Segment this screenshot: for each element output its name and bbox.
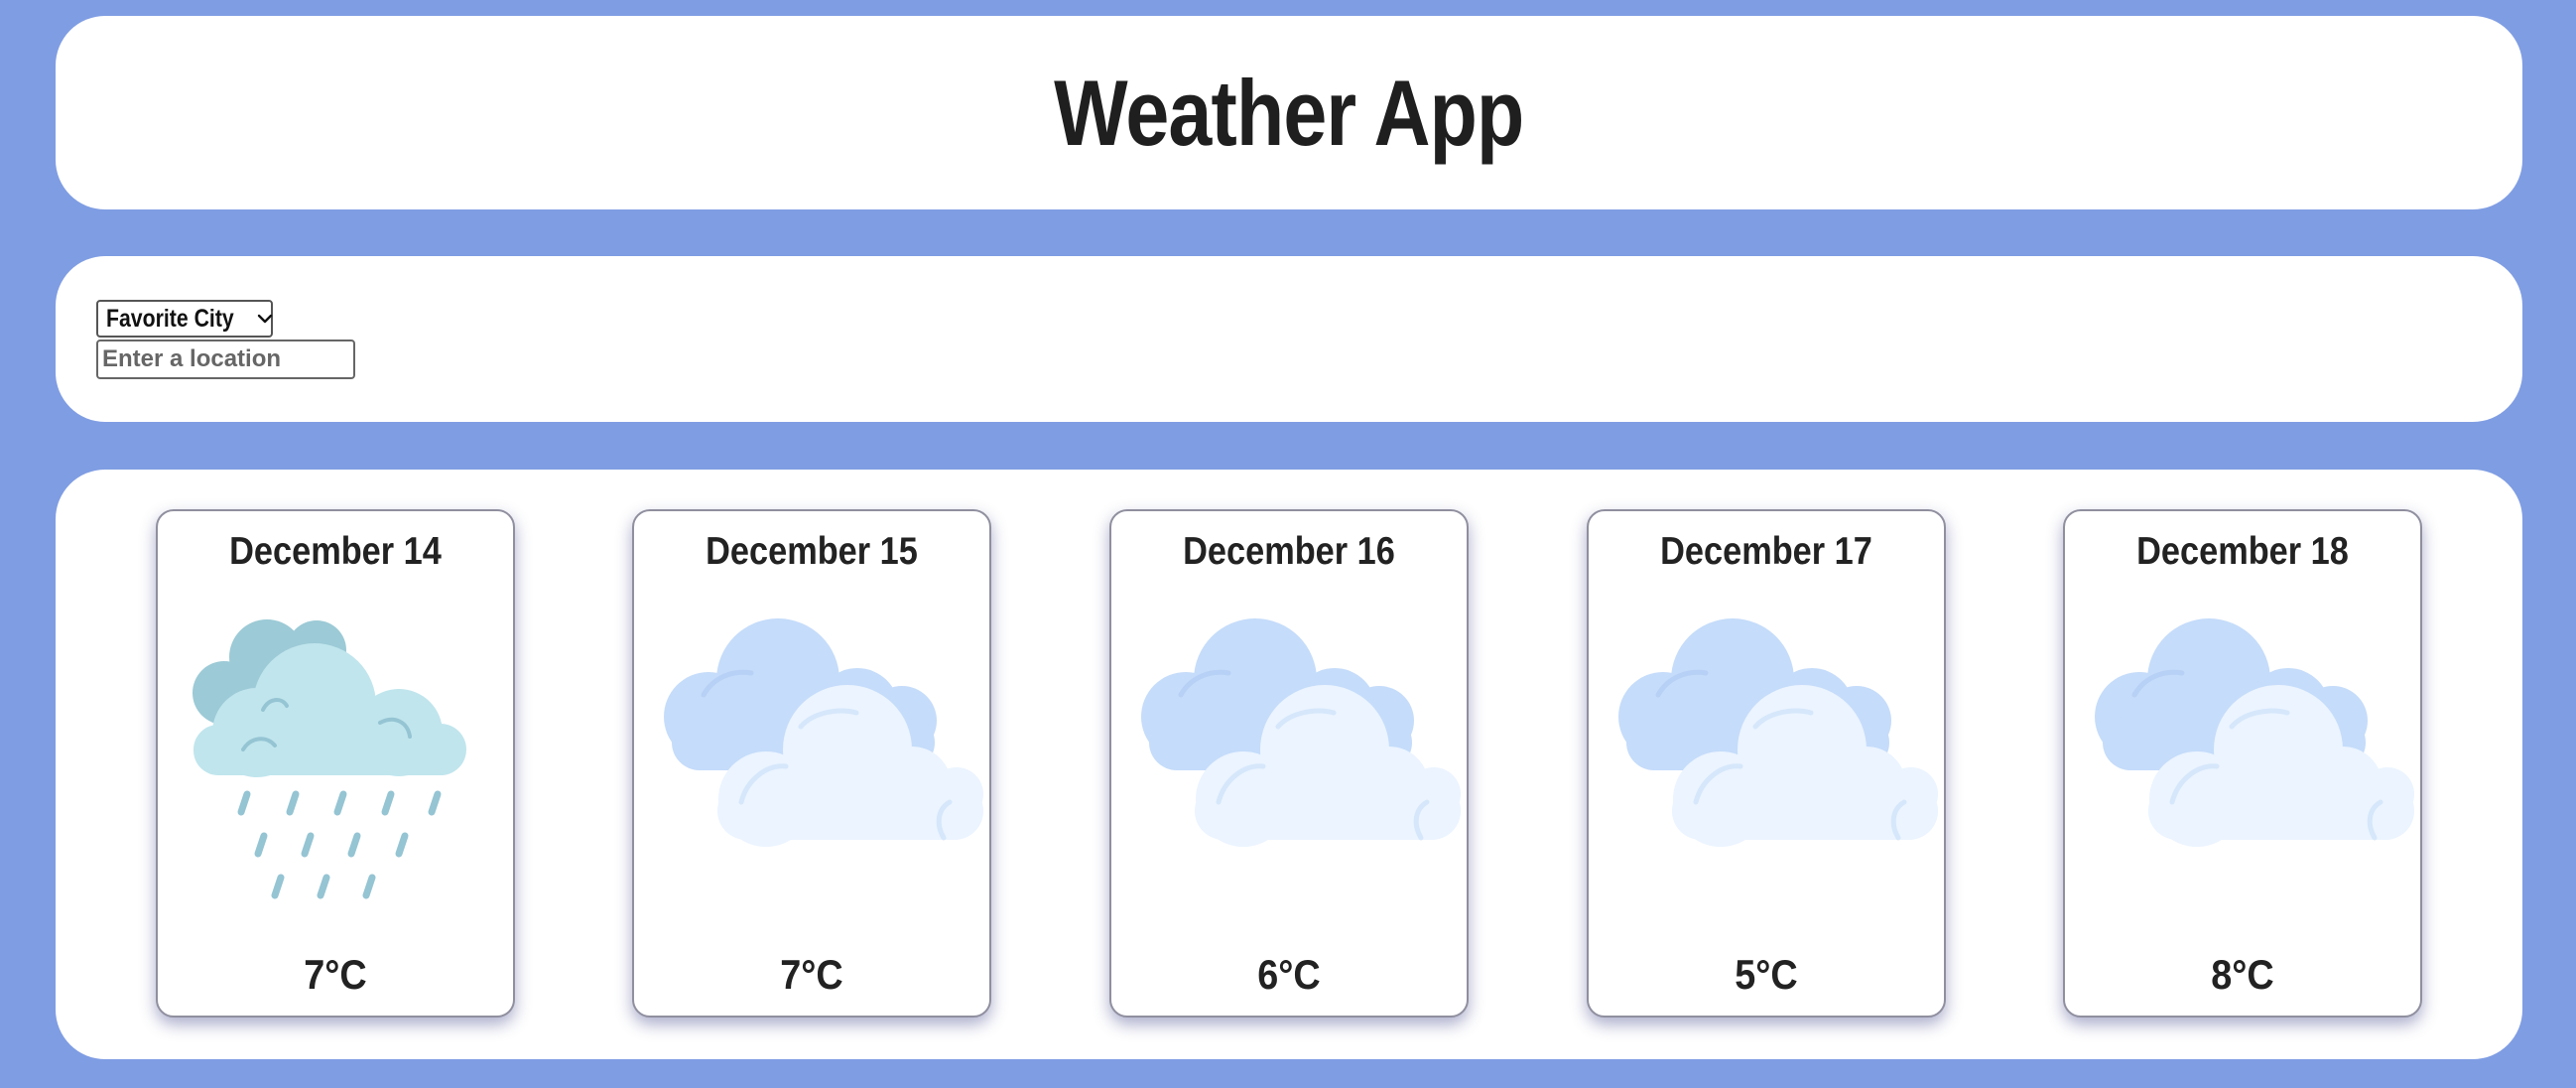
chevron-down-icon [256, 307, 274, 331]
location-input-wrap [96, 340, 2522, 379]
forecast-card-2: December 15 7°C [632, 509, 991, 1018]
forecast-temp: 6°C [1257, 951, 1321, 998]
forecast-date: December 14 [229, 530, 442, 573]
forecast-date: December 16 [1183, 530, 1395, 573]
app-title: Weather App [1054, 60, 1524, 165]
favorite-city-label: Favorite City [106, 304, 234, 333]
rain-cloud-icon [158, 606, 513, 903]
forecast-temp: 5°C [1735, 951, 1798, 998]
header-panel: Weather App [56, 16, 2522, 209]
forecast-date: December 18 [2136, 530, 2349, 573]
forecast-temp: 7°C [304, 951, 367, 998]
controls-panel: Favorite City [56, 256, 2522, 422]
cloudy-icon [2065, 606, 2420, 903]
forecast-date: December 15 [706, 530, 918, 573]
forecast-panel: December 14 7°C December 15 7°C December… [56, 470, 2522, 1059]
forecast-card-5: December 18 8°C [2063, 509, 2422, 1018]
cloudy-icon [1111, 606, 1467, 903]
forecast-temp: 8°C [2211, 951, 2274, 998]
forecast-card-3: December 16 6°C [1109, 509, 1469, 1018]
forecast-temp: 7°C [780, 951, 843, 998]
cloudy-icon [1589, 606, 1944, 903]
location-input[interactable] [96, 340, 355, 379]
cloudy-icon [634, 606, 989, 903]
forecast-date: December 17 [1660, 530, 1872, 573]
forecast-card-4: December 17 5°C [1587, 509, 1946, 1018]
favorite-city-select[interactable]: Favorite City [96, 300, 273, 338]
forecast-card-1: December 14 7°C [156, 509, 515, 1018]
forecast-cards: December 14 7°C December 15 7°C December… [156, 509, 2422, 1018]
